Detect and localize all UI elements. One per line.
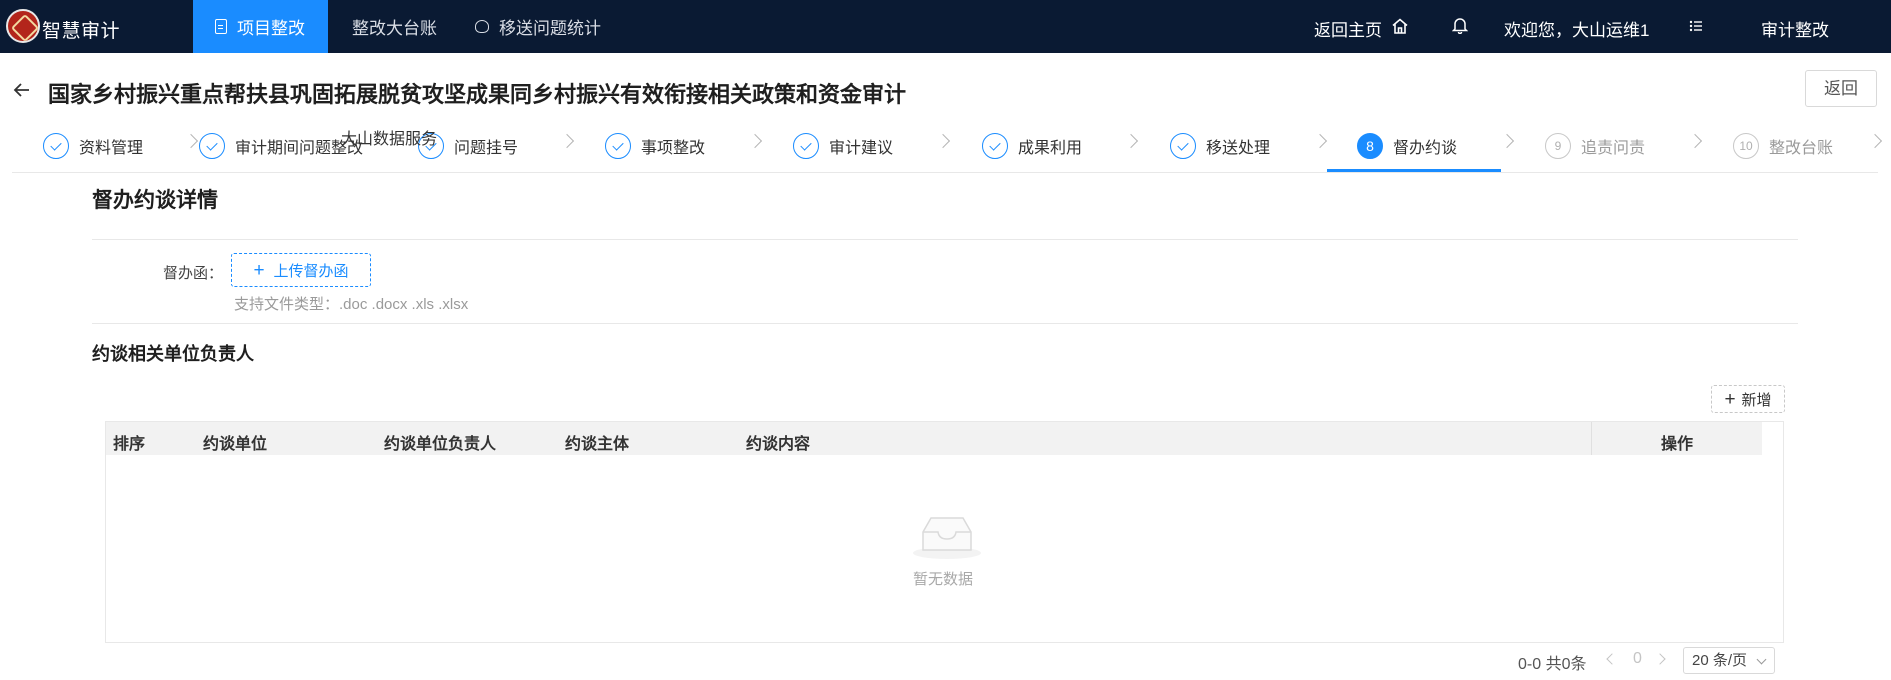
column-header-unit: 约谈单位 bbox=[203, 436, 268, 453]
step-supervision-interview[interactable]: 8 督办约谈 bbox=[1357, 131, 1457, 161]
step-label: 事项整改 bbox=[641, 140, 706, 157]
pagination-total: 0-0 共0条 bbox=[1518, 656, 1587, 673]
user-welcome[interactable]: 欢迎您，大山运维1 bbox=[1504, 16, 1649, 41]
check-circle-icon bbox=[43, 133, 69, 159]
document-icon bbox=[215, 19, 227, 34]
back-button[interactable]: 返回 bbox=[1805, 70, 1877, 107]
app-name[interactable]: 智慧审计 bbox=[42, 16, 120, 43]
overlay-label: 大山数据服务 bbox=[341, 131, 438, 148]
column-header-order: 排序 bbox=[113, 436, 146, 453]
nav-item-transfer-statistics[interactable]: 移送问题统计 bbox=[475, 0, 601, 53]
divider bbox=[92, 323, 1798, 324]
nav-item-label: 整改大台账 bbox=[352, 19, 437, 38]
home-link[interactable]: 返回主页 bbox=[1314, 16, 1382, 41]
empty-inbox-icon bbox=[913, 517, 981, 559]
steps-divider bbox=[12, 172, 1878, 173]
menu-list-icon[interactable] bbox=[1689, 19, 1703, 33]
plus-icon: + bbox=[253, 259, 265, 281]
step-number: 9 bbox=[1545, 133, 1571, 159]
step-label: 问题挂号 bbox=[454, 140, 519, 157]
pagination-current-page[interactable]: 0 bbox=[1633, 650, 1642, 668]
step-label: 资料管理 bbox=[79, 140, 144, 157]
chevron-right-icon[interactable] bbox=[1654, 653, 1666, 665]
step-transfer-handling[interactable]: 移送处理 bbox=[1170, 131, 1270, 161]
bell-icon[interactable] bbox=[1452, 16, 1468, 34]
check-circle-icon bbox=[605, 133, 631, 159]
upload-button-label: 上传督办函 bbox=[273, 262, 349, 280]
column-header-subject: 约谈主体 bbox=[565, 436, 630, 453]
column-header-actions: 操作 bbox=[1661, 436, 1694, 453]
step-label: 移送处理 bbox=[1206, 140, 1271, 157]
upload-hint: 支持文件类型：.doc .docx .xls .xlsx bbox=[234, 296, 469, 313]
sub-section-title: 约谈相关单位负责人 bbox=[92, 344, 254, 364]
step-result-utilization[interactable]: 成果利用 bbox=[982, 131, 1082, 161]
empty-state-text: 暂无数据 bbox=[913, 571, 974, 588]
letter-label: 督办函： bbox=[163, 265, 224, 282]
check-circle-icon bbox=[199, 133, 225, 159]
add-button[interactable]: + 新增 bbox=[1711, 385, 1785, 413]
step-label: 督办约谈 bbox=[1393, 140, 1458, 157]
upload-letter-button[interactable]: + 上传督办函 bbox=[231, 253, 371, 287]
check-circle-icon bbox=[1170, 133, 1196, 159]
chevron-left-icon[interactable] bbox=[1606, 653, 1618, 665]
step-rectification-ledger[interactable]: 10 整改台账 bbox=[1733, 131, 1833, 161]
section-title: 督办约谈详情 bbox=[92, 189, 218, 212]
step-label: 追责问责 bbox=[1581, 140, 1646, 157]
step-number: 10 bbox=[1733, 133, 1759, 159]
step-label: 成果利用 bbox=[1018, 140, 1083, 157]
column-separator bbox=[1591, 422, 1592, 455]
back-arrow-icon[interactable] bbox=[12, 80, 32, 100]
nav-item-project-rectification[interactable]: 项目整改 bbox=[193, 0, 328, 53]
app-logo[interactable] bbox=[6, 9, 40, 43]
nav-item-label: 移送问题统计 bbox=[499, 19, 601, 38]
step-audit-period-issues[interactable]: 审计期间问题整改 bbox=[199, 131, 363, 161]
plus-icon: + bbox=[1724, 388, 1736, 410]
top-navigation-bar: 智慧审计 项目整改 整改大台账 移送问题统计 返回主页 欢迎您，大山运维1 审计… bbox=[0, 0, 1891, 53]
table-header: 排序 约谈单位 约谈单位负责人 约谈主体 约谈内容 操作 bbox=[106, 422, 1762, 455]
column-header-unit-leader: 约谈单位负责人 bbox=[384, 436, 497, 453]
system-switcher[interactable]: 审计整改 bbox=[1761, 16, 1829, 41]
step-label: 整改台账 bbox=[1769, 140, 1834, 157]
check-circle-icon bbox=[793, 133, 819, 159]
add-button-label: 新增 bbox=[1741, 391, 1772, 409]
home-icon[interactable] bbox=[1391, 17, 1409, 35]
step-audit-suggestions[interactable]: 审计建议 bbox=[793, 131, 893, 161]
step-data-management[interactable]: 资料管理 bbox=[43, 131, 143, 161]
page-title: 国家乡村振兴重点帮扶县巩固拓展脱贫攻坚成果同乡村振兴有效衔接相关政策和资金审计 bbox=[48, 82, 907, 107]
nav-item-rectification-ledger[interactable]: 整改大台账 bbox=[352, 0, 437, 53]
step-label: 审计建议 bbox=[829, 140, 894, 157]
nav-item-label: 项目整改 bbox=[237, 19, 305, 38]
page-size-select[interactable]: 20 条/页 bbox=[1683, 647, 1775, 674]
divider bbox=[92, 239, 1798, 240]
check-circle-icon bbox=[982, 133, 1008, 159]
column-header-content: 约谈内容 bbox=[746, 436, 811, 453]
step-item-rectification[interactable]: 事项整改 bbox=[605, 131, 705, 161]
hexagon-icon bbox=[475, 20, 489, 33]
step-number-current: 8 bbox=[1357, 133, 1383, 159]
step-accountability[interactable]: 9 追责问责 bbox=[1545, 131, 1645, 161]
active-step-underline bbox=[1327, 169, 1501, 172]
interview-table: 排序 约谈单位 约谈单位负责人 约谈主体 约谈内容 操作 暂无数据 bbox=[105, 421, 1784, 643]
